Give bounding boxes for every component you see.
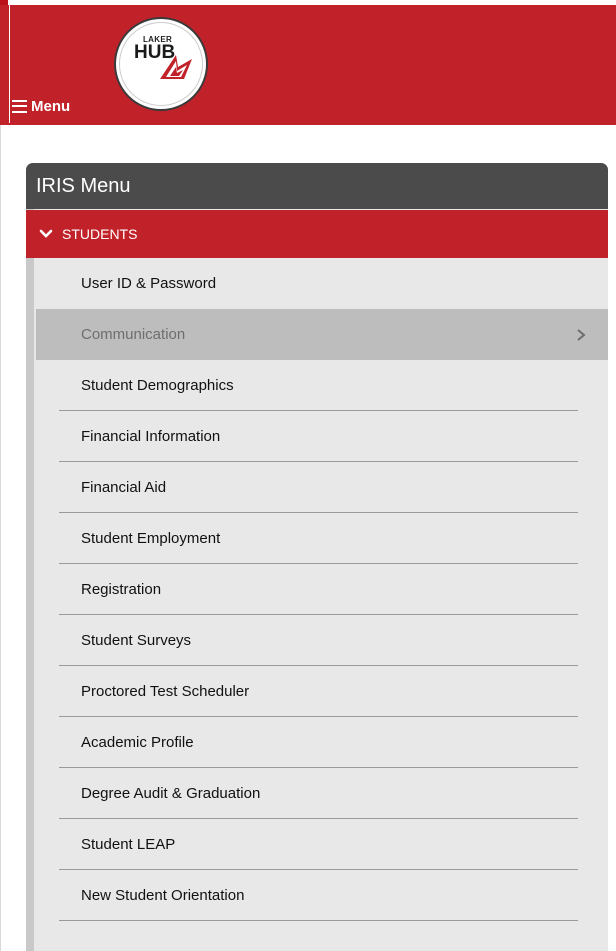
chevron-down-icon bbox=[39, 229, 53, 238]
menu-item-communication[interactable]: Communication bbox=[36, 309, 608, 360]
hamburger-icon bbox=[12, 99, 27, 113]
item-divider bbox=[59, 920, 578, 921]
menu-item-new-student-orientation[interactable]: New Student Orientation bbox=[36, 870, 608, 921]
menu-item-label: Student Demographics bbox=[81, 377, 234, 394]
menu-item-label: Communication bbox=[81, 326, 186, 343]
laker-hub-logo[interactable]: LAKER HUB bbox=[114, 17, 208, 111]
menu-item-user-id-password[interactable]: User ID & Password bbox=[36, 258, 608, 309]
menu-item-degree-audit-graduation[interactable]: Degree Audit & Graduation bbox=[36, 768, 608, 819]
panel-title: IRIS Menu bbox=[26, 163, 608, 209]
menu-button[interactable]: Menu bbox=[12, 94, 70, 118]
menu-item-label: Degree Audit & Graduation bbox=[81, 785, 261, 802]
menu-item-label: Financial Information bbox=[81, 428, 221, 445]
menu-item-label: User ID & Password bbox=[81, 275, 217, 292]
page-left-border bbox=[0, 125, 1, 951]
logo-badge: LAKER HUB bbox=[119, 22, 203, 106]
menu-item-student-surveys[interactable]: Student Surveys bbox=[36, 615, 608, 666]
panel-left-rail bbox=[26, 163, 34, 951]
menu-item-label: Registration bbox=[81, 581, 162, 598]
iris-menu-panel: IRIS Menu STUDENTS User ID & Password Co… bbox=[26, 163, 608, 951]
menu-label: Menu bbox=[31, 97, 71, 115]
section-students[interactable]: STUDENTS bbox=[26, 210, 608, 258]
menu-item-label: Student Employment bbox=[81, 530, 221, 547]
chevron-right-icon bbox=[577, 328, 586, 341]
menu-item-label: Student Surveys bbox=[81, 632, 192, 649]
top-header bbox=[0, 5, 616, 126]
menu-item-academic-profile[interactable]: Academic Profile bbox=[36, 717, 608, 768]
edge-divider bbox=[0, 0, 10, 123]
menu-item-label: Student LEAP bbox=[81, 836, 176, 853]
menu-item-label: Financial Aid bbox=[81, 479, 167, 496]
menu-item-label: Academic Profile bbox=[81, 734, 194, 751]
menu-item-student-employment[interactable]: Student Employment bbox=[36, 513, 608, 564]
menu-item-financial-aid[interactable]: Financial Aid bbox=[36, 462, 608, 513]
header-divider bbox=[0, 125, 616, 126]
menu-item-list: User ID & Password Communication Student… bbox=[36, 258, 608, 921]
menu-item-student-leap[interactable]: Student LEAP bbox=[36, 819, 608, 870]
sail-icon bbox=[160, 55, 192, 79]
menu-item-label: Proctored Test Scheduler bbox=[81, 683, 250, 700]
menu-item-student-demographics[interactable]: Student Demographics bbox=[36, 360, 608, 411]
menu-item-label: New Student Orientation bbox=[81, 887, 245, 904]
menu-item-proctored-test-scheduler[interactable]: Proctored Test Scheduler bbox=[36, 666, 608, 717]
menu-item-registration[interactable]: Registration bbox=[36, 564, 608, 615]
menu-item-financial-information[interactable]: Financial Information bbox=[36, 411, 608, 462]
section-label: STUDENTS bbox=[62, 226, 138, 242]
